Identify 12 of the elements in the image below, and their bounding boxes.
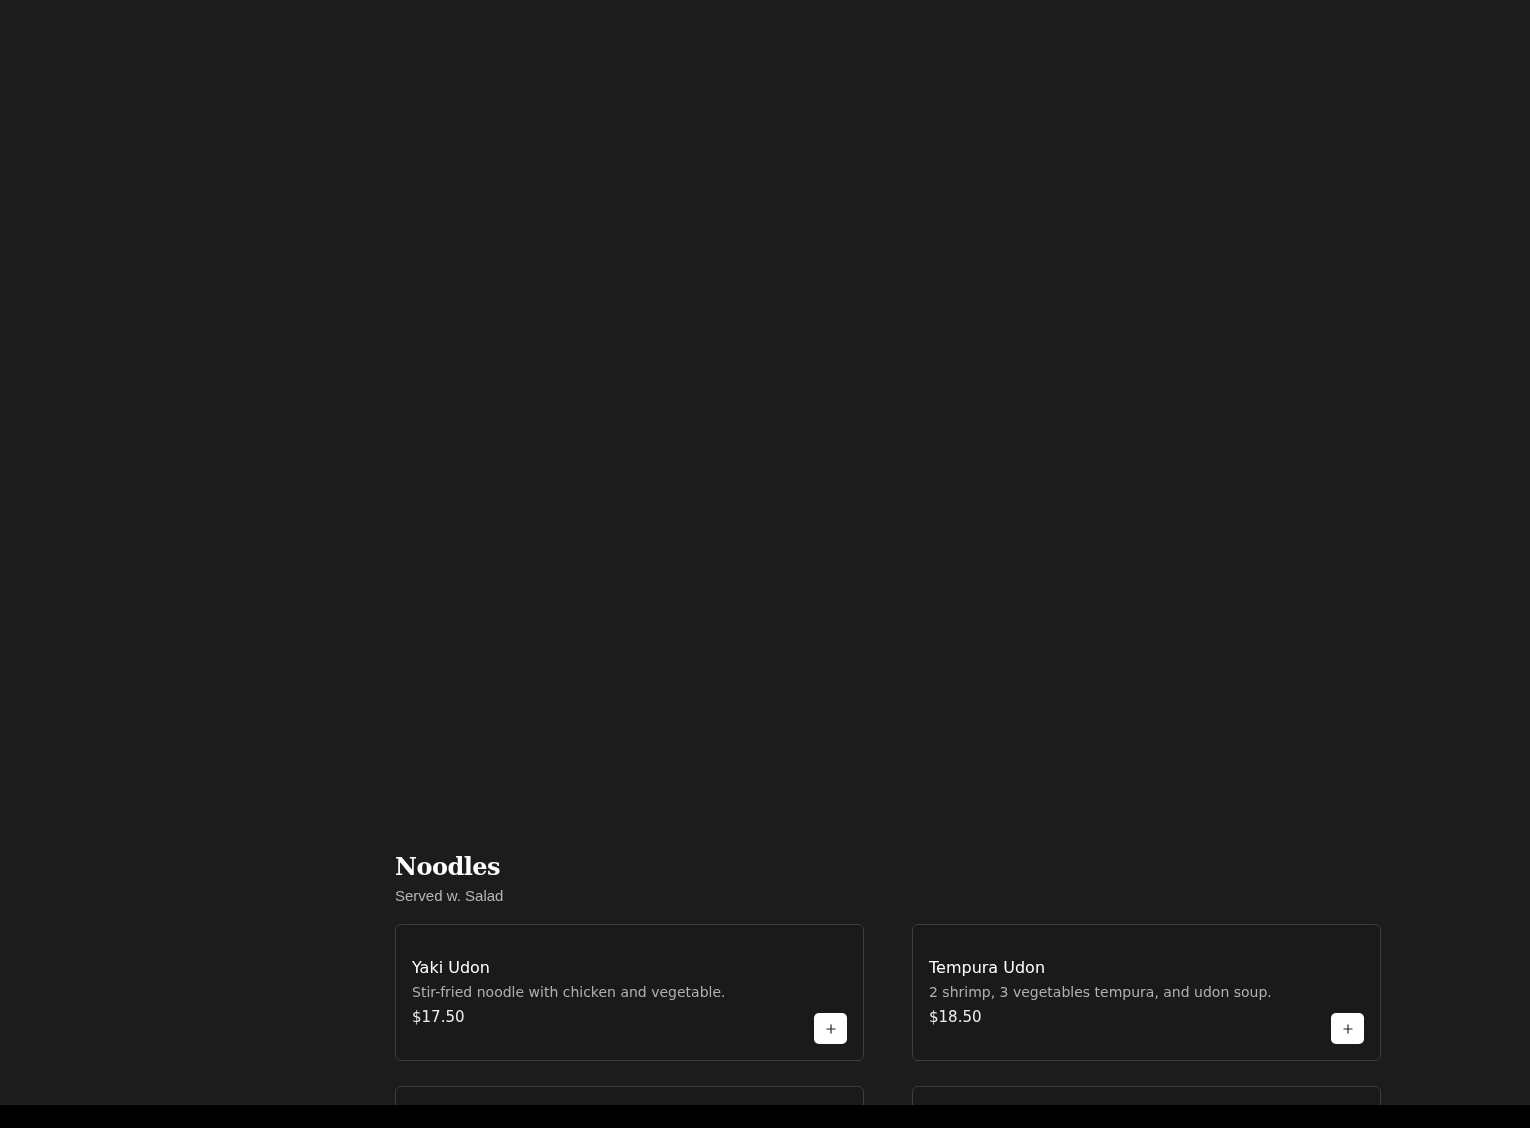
dish-price: $18.50 [929,1007,982,1027]
dish-description: 2 shrimp, 3 vegetables tempura, and udon soup. [929,983,1272,1002]
add-button[interactable] [814,1013,847,1044]
section-subtitle: Served w. Salad [395,886,504,906]
section-title: Noodles [395,852,502,882]
dish-description: Stir-fried noodle with chicken and vegetable. [412,983,726,1002]
plus-icon [1340,1021,1355,1036]
dish-price: $17.50 [412,1007,465,1027]
plus-icon [823,1021,838,1036]
dish-name: Yaki Udon [412,957,490,979]
add-button[interactable] [1331,1013,1364,1044]
dish-name: Tempura Udon [929,957,1046,979]
